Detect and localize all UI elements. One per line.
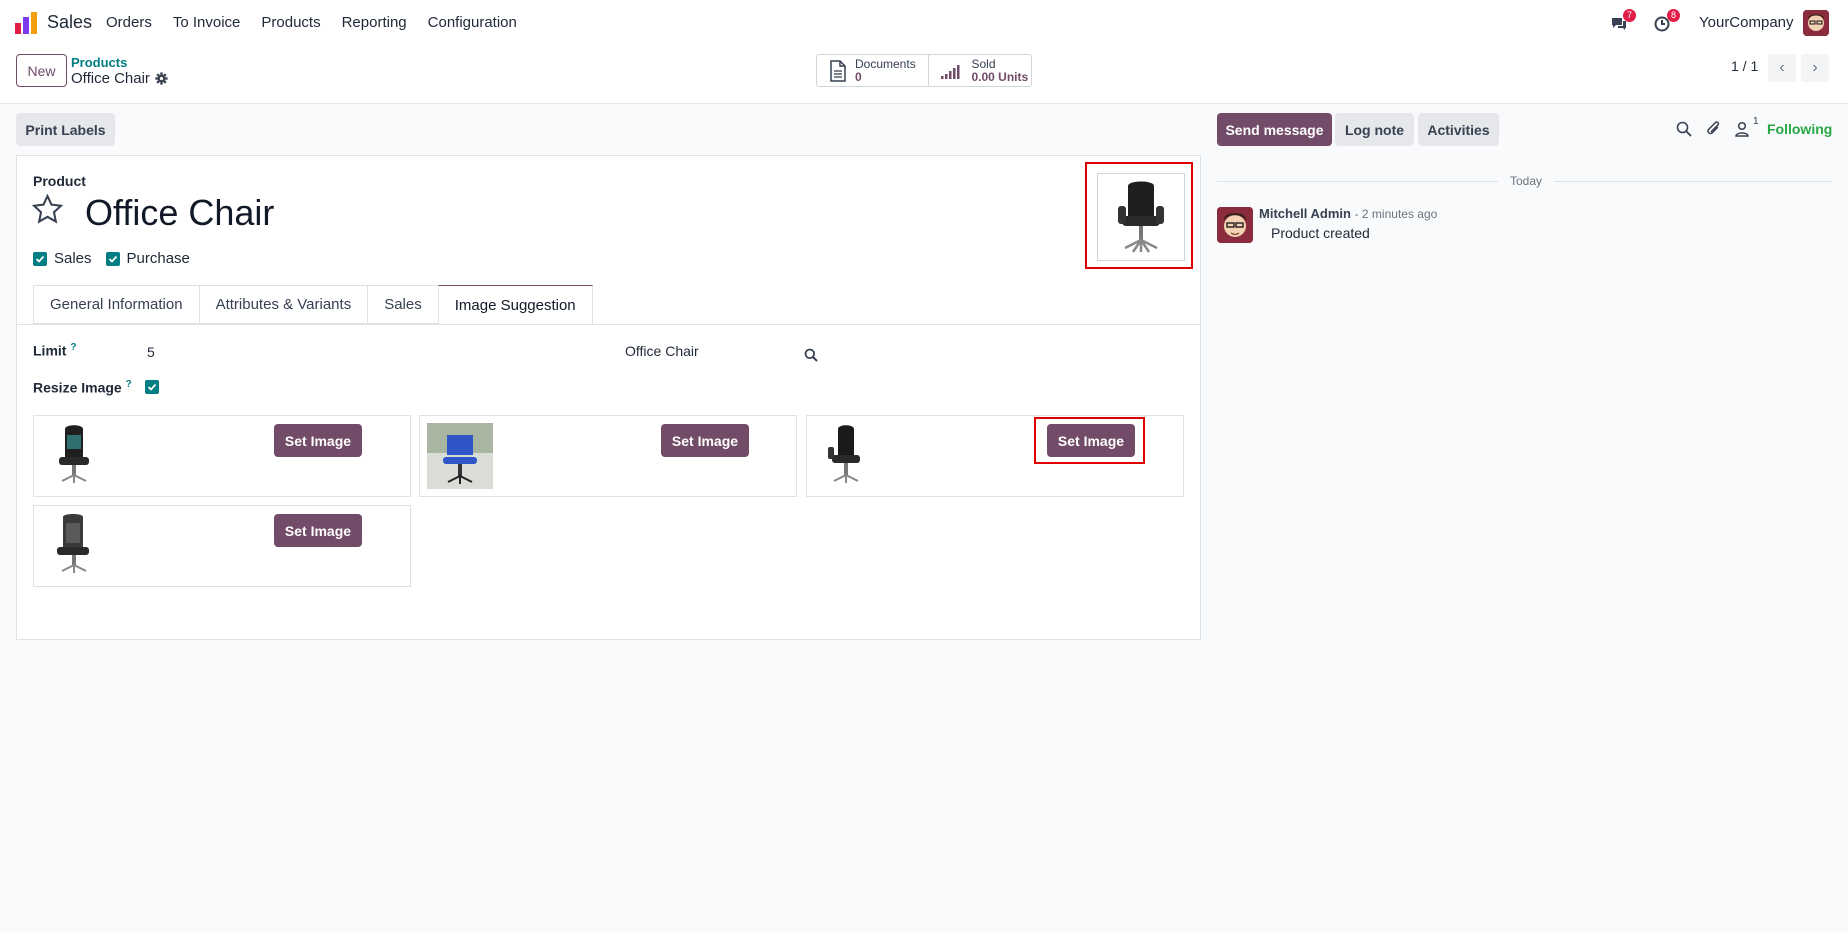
following-button[interactable]: Following xyxy=(1767,121,1832,137)
paperclip-icon[interactable] xyxy=(1705,120,1723,138)
image-search-query-input[interactable]: Office Chair xyxy=(625,343,699,359)
message-author-avatar[interactable] xyxy=(1217,207,1253,243)
activities-badge: 8 xyxy=(1667,9,1681,22)
check-icon xyxy=(35,255,45,263)
product-form-sheet: Product Office Chair Sales Purchase Gene… xyxy=(16,155,1201,640)
activities-button[interactable]: Activities xyxy=(1418,113,1499,146)
top-navbar: Sales Orders To Invoice Products Reporti… xyxy=(0,0,1848,46)
tab-image-suggestion[interactable]: Image Suggestion xyxy=(437,285,593,325)
purchase-checkbox-label: Purchase xyxy=(126,250,190,267)
user-avatar-image xyxy=(1803,10,1829,36)
image-suggestion-card: Set Image xyxy=(806,415,1184,497)
set-image-button[interactable]: Set Image xyxy=(274,514,362,547)
search-icon[interactable] xyxy=(1675,120,1693,138)
breadcrumb-current: Office Chair xyxy=(71,70,168,87)
check-icon xyxy=(108,255,117,263)
sales-app-icon[interactable] xyxy=(14,11,38,35)
image-suggestion-card: Set Image xyxy=(33,415,411,497)
message-timestamp: - 2 minutes ago xyxy=(1354,207,1438,221)
sales-checkbox-label: Sales xyxy=(54,250,92,267)
menu-orders[interactable]: Orders xyxy=(106,14,152,31)
office-chair-image xyxy=(1118,181,1164,253)
suggested-chair-image xyxy=(59,425,89,483)
resize-image-label-text: Resize Image xyxy=(33,379,122,396)
tab-attributes-variants[interactable]: Attributes & Variants xyxy=(198,285,368,324)
sold-value: 0.00 Units xyxy=(971,69,1029,84)
image-suggestion-card: Set Image xyxy=(419,415,797,497)
suggested-chair-image xyxy=(427,423,493,489)
gear-icon[interactable] xyxy=(155,72,168,85)
document-icon xyxy=(830,59,846,82)
chevron-right-icon: › xyxy=(1812,59,1818,76)
product-image-highlight xyxy=(1085,162,1193,269)
date-separator: Today xyxy=(1498,174,1555,188)
limit-help-icon[interactable]: ? xyxy=(70,342,76,353)
notebook-tabs: General Information Attributes & Variant… xyxy=(33,285,593,325)
tab-general-information[interactable]: General Information xyxy=(33,285,199,324)
breadcrumb-products[interactable]: Products xyxy=(71,55,127,70)
user-avatar[interactable] xyxy=(1803,10,1829,36)
messages-button[interactable]: 7 xyxy=(1610,9,1637,34)
image-suggestion-card: Set Image xyxy=(33,505,411,587)
print-labels-button[interactable]: Print Labels xyxy=(16,113,115,146)
message-header: Mitchell Admin - 2 minutes ago xyxy=(1259,206,1437,221)
menu-to-invoice[interactable]: To Invoice xyxy=(173,14,241,31)
message-author[interactable]: Mitchell Admin xyxy=(1259,206,1351,221)
suggested-chair-image xyxy=(828,425,860,483)
pager-value[interactable]: 1 / 1 xyxy=(1731,58,1758,74)
message-body: Product created xyxy=(1271,225,1370,241)
smart-buttons: Documents 0 Sold 0.00 Units xyxy=(816,54,1032,87)
tab-sales[interactable]: Sales xyxy=(367,285,438,324)
menu-products[interactable]: Products xyxy=(261,14,320,31)
purchase-checkbox[interactable] xyxy=(105,251,120,266)
followers-count: 1 xyxy=(1753,116,1759,127)
signal-bars-icon xyxy=(941,64,960,79)
breadcrumb-current-label: Office Chair xyxy=(71,70,150,87)
menu-configuration[interactable]: Configuration xyxy=(428,14,517,31)
chevron-left-icon: ‹ xyxy=(1779,59,1785,76)
sale-purchase-checkboxes: Sales Purchase xyxy=(33,250,204,267)
log-note-button[interactable]: Log note xyxy=(1335,113,1414,146)
app-name[interactable]: Sales xyxy=(47,12,92,33)
author-avatar-image xyxy=(1217,207,1253,243)
pager-next-button[interactable]: › xyxy=(1801,54,1829,82)
limit-label: Limit ? xyxy=(33,342,76,359)
tabs-divider xyxy=(17,324,1200,325)
main-menu: Orders To Invoice Products Reporting Con… xyxy=(106,14,538,31)
check-icon xyxy=(147,383,157,391)
resize-help-icon[interactable]: ? xyxy=(126,379,132,390)
resize-image-checkbox[interactable] xyxy=(145,380,159,394)
documents-smart-button[interactable]: Documents 0 xyxy=(817,55,928,86)
suggested-chair-image xyxy=(57,514,89,573)
set-image-button[interactable]: Set Image xyxy=(274,424,362,457)
send-message-button[interactable]: Send message xyxy=(1217,113,1332,146)
product-name-field[interactable]: Office Chair xyxy=(85,192,274,234)
sold-title: Sold xyxy=(971,56,996,71)
user-icon[interactable] xyxy=(1733,120,1751,138)
favorite-star-icon[interactable] xyxy=(31,193,64,226)
sold-smart-button[interactable]: Sold 0.00 Units xyxy=(928,55,1031,86)
product-label: Product xyxy=(33,173,86,189)
product-image[interactable] xyxy=(1097,173,1185,261)
new-button[interactable]: New xyxy=(16,54,67,87)
documents-title: Documents xyxy=(855,56,916,71)
limit-label-text: Limit xyxy=(33,342,67,359)
resize-image-label: Resize Image ? xyxy=(33,379,132,396)
pager-previous-button[interactable]: ‹ xyxy=(1768,54,1796,82)
menu-reporting[interactable]: Reporting xyxy=(342,14,407,31)
limit-input[interactable]: 5 xyxy=(147,344,155,360)
activities-button[interactable]: 8 xyxy=(1654,9,1681,34)
set-image-button[interactable]: Set Image xyxy=(661,424,749,457)
sales-checkbox[interactable] xyxy=(33,251,47,266)
search-icon[interactable] xyxy=(804,348,818,362)
messages-badge: 7 xyxy=(1623,9,1637,22)
set-image-button[interactable]: Set Image xyxy=(1047,424,1135,457)
company-switcher[interactable]: YourCompany xyxy=(1699,14,1794,31)
documents-count: 0 xyxy=(855,69,862,84)
control-panel: New Products Office Chair Documents 0 So… xyxy=(0,46,1848,104)
